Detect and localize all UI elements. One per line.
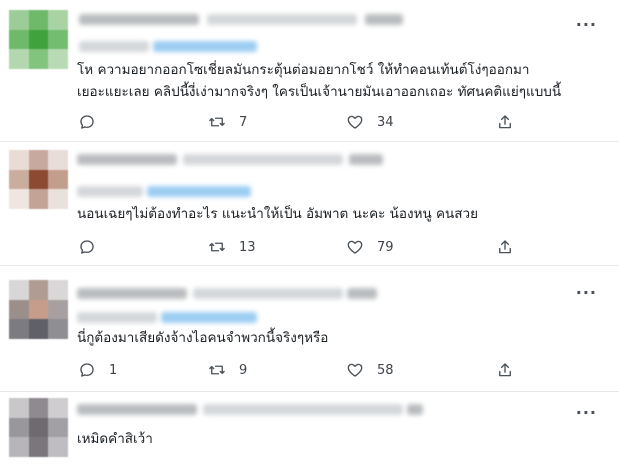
- retweet-button[interactable]: 7: [208, 112, 247, 132]
- tweet-text-line: โห ความอยากออกโซเชี่ยลมันกระตุ้นต่อมอยาก…: [77, 62, 530, 78]
- tweet[interactable]: ··· โห ความอยากออกโซเชี่ยลมันกระตุ้นต่อม…: [0, 0, 619, 142]
- avatar[interactable]: [9, 280, 68, 339]
- tweet-text: นี่กูต้องมาเสียดังจ้างไอคนจำพวกนี้จริงๆห…: [77, 327, 328, 349]
- retweet-count: 13: [239, 239, 256, 255]
- tweet-text: นอนเฉยๆไม่ต้องทำอะไร แนะนำให้เป็น อัมพาต…: [77, 203, 478, 225]
- reply-icon: [80, 115, 94, 129]
- share-icon: [499, 363, 511, 377]
- share-button[interactable]: [496, 360, 514, 380]
- tweet-text: โห ความอยากออกโซเชี่ยลมันกระตุ้นต่อมอยาก…: [77, 59, 561, 103]
- avatar[interactable]: [9, 150, 68, 209]
- like-button[interactable]: 58: [346, 360, 394, 380]
- avatar[interactable]: [9, 10, 68, 69]
- retweet-count: 7: [239, 114, 248, 130]
- reply-button[interactable]: [78, 112, 109, 132]
- tweet-text-line: นี่กูต้องมาเสียดังจ้างไอคนจำพวกนี้จริงๆห…: [77, 330, 329, 346]
- like-icon: [347, 115, 363, 129]
- retweet-count: 9: [239, 362, 248, 378]
- tweet[interactable]: นอนเฉยๆไม่ต้องทำอะไร แนะนำให้เป็น อัมพาต…: [0, 142, 619, 266]
- more-icon[interactable]: ···: [576, 17, 597, 33]
- share-icon: [499, 115, 511, 129]
- reply-count: 1: [109, 362, 118, 378]
- tweet-text-line: นอนเฉยๆไม่ต้องทำอะไร แนะนำให้เป็น อัมพาต…: [77, 206, 478, 222]
- tweet-text-line: เยอะแยะเลย คลิปนี้งี่เง่ามากจริงๆ ใครเป็…: [77, 84, 562, 100]
- retweet-button[interactable]: 9: [208, 360, 247, 380]
- tweet-actions: 1 9 58: [78, 360, 518, 380]
- like-icon: [347, 363, 363, 377]
- like-count: 79: [377, 239, 394, 255]
- like-button[interactable]: 34: [346, 112, 394, 132]
- reply-button[interactable]: 1: [78, 360, 117, 380]
- retweet-icon: [209, 365, 225, 375]
- reply-icon: [80, 240, 94, 254]
- tweet[interactable]: ··· เหมิดคำสิเว้า: [0, 392, 619, 471]
- like-icon: [347, 240, 363, 254]
- more-icon[interactable]: ···: [576, 405, 597, 421]
- tweet[interactable]: ··· นี่กูต้องมาเสียดังจ้างไอคนจำพวกนี้จร…: [0, 266, 619, 392]
- tweet-actions: 7 34: [78, 112, 518, 132]
- like-count: 34: [377, 114, 394, 130]
- like-button[interactable]: 79: [346, 237, 394, 257]
- reply-icon: [80, 363, 94, 377]
- tweet-text-line: เหมิดคำสิเว้า: [77, 431, 153, 447]
- share-button[interactable]: [496, 237, 514, 257]
- tweet-text: เหมิดคำสิเว้า: [77, 428, 153, 450]
- more-icon[interactable]: ···: [576, 285, 597, 301]
- retweet-icon: [209, 242, 225, 252]
- reply-button[interactable]: [78, 237, 109, 257]
- tweet-actions: 13 79: [78, 237, 518, 257]
- share-button[interactable]: [496, 112, 514, 132]
- like-count: 58: [377, 362, 394, 378]
- share-icon: [499, 240, 511, 254]
- retweet-button[interactable]: 13: [208, 237, 256, 257]
- avatar[interactable]: [9, 398, 68, 457]
- retweet-icon: [209, 117, 225, 127]
